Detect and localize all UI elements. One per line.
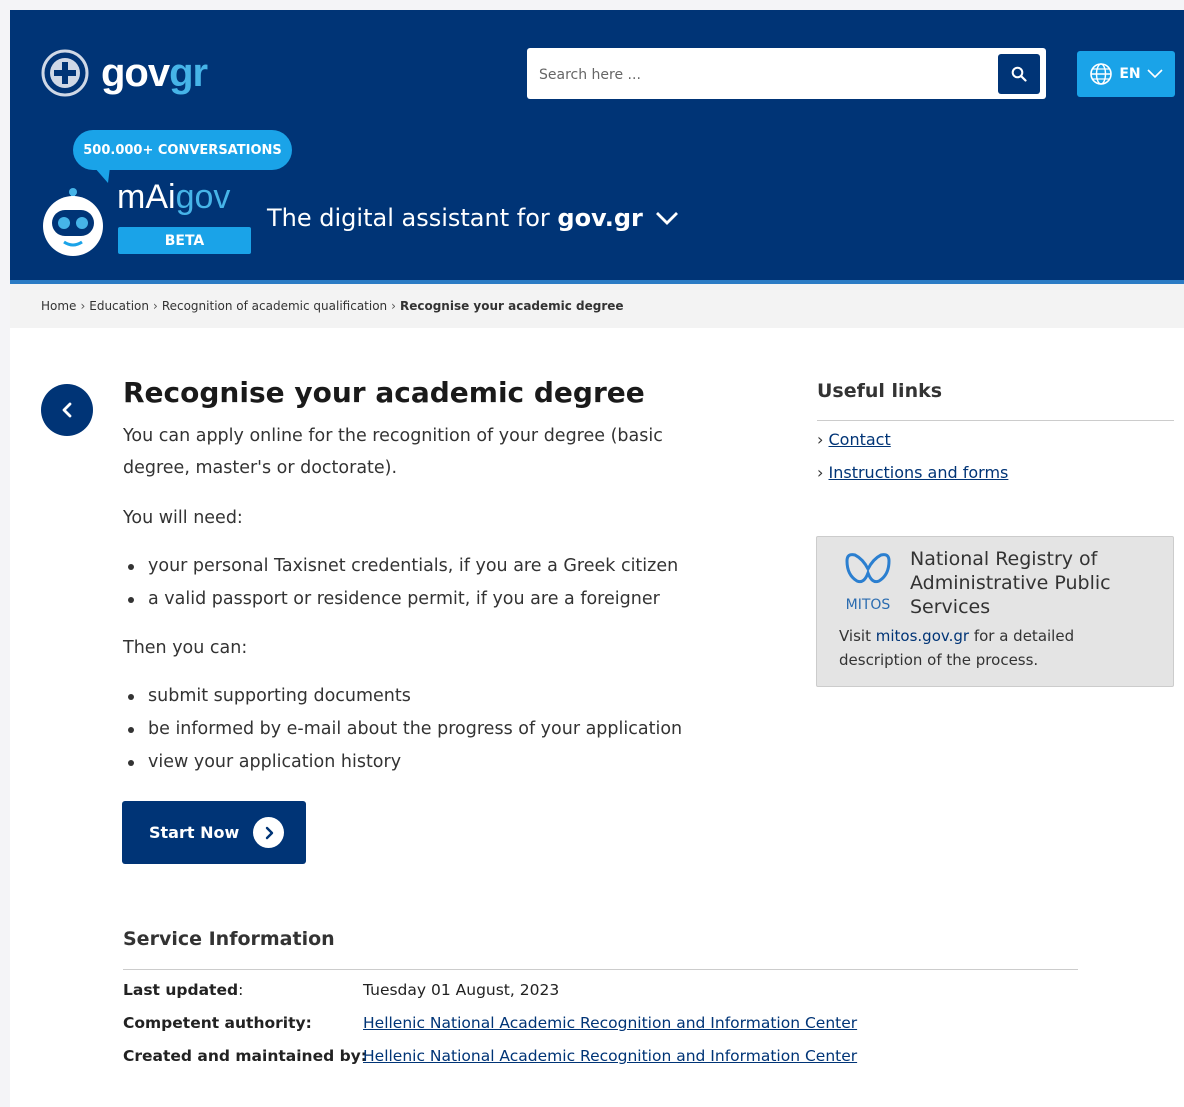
page-title: Recognise your academic degree — [123, 376, 645, 409]
beta-badge: BETA — [118, 227, 251, 254]
last-updated-value: Tuesday 01 August, 2023 — [363, 981, 560, 999]
list-item: your personal Taxisnet credentials, if y… — [123, 550, 678, 583]
capabilities-heading: Then you can: — [123, 638, 248, 658]
chevron-left-icon — [62, 402, 72, 418]
service-info-title: Service Information — [123, 928, 335, 950]
capabilities-list: submit supporting documents be informed … — [123, 680, 682, 779]
requirements-list: your personal Taxisnet credentials, if y… — [123, 550, 678, 616]
breadcrumb-separator: › — [153, 299, 158, 313]
breadcrumb-separator: › — [391, 299, 396, 313]
search-box — [527, 48, 1046, 101]
service-info-label: Competent authority: — [123, 1014, 312, 1032]
bubble-tail — [94, 167, 110, 183]
service-info-label: Created and maintained by: — [123, 1047, 367, 1065]
link-bullet: › — [817, 463, 824, 482]
list-item: submit supporting documents — [123, 680, 682, 713]
start-now-button[interactable]: Start Now — [122, 801, 306, 864]
breadcrumb-current: Recognise your academic degree — [399, 299, 624, 313]
service-info-label: Last updated: — [123, 981, 244, 999]
mitos-description: Visit mitos.gov.gr for a detailed descri… — [839, 627, 1075, 669]
service-info-value: Hellenic National Academic Recognition a… — [363, 1007, 857, 1040]
chevron-down-icon — [1147, 69, 1163, 79]
search-button[interactable] — [998, 54, 1040, 94]
chevron-down-icon — [655, 212, 678, 225]
conversations-bubble: 500.000+ CONVERSATIONS — [73, 130, 292, 170]
back-button[interactable] — [41, 384, 93, 436]
search-icon — [1011, 66, 1027, 82]
language-label: EN — [1119, 66, 1141, 82]
site-header: govgr EN 500.000+ C — [10, 10, 1184, 284]
divider — [817, 420, 1174, 421]
language-selector[interactable]: EN — [1077, 51, 1175, 97]
service-info-value: Hellenic National Academic Recognition a… — [363, 1040, 857, 1073]
contact-link[interactable]: Contact — [829, 430, 891, 449]
logo-wordmark: govgr — [101, 51, 208, 95]
breadcrumb-separator: › — [80, 299, 86, 313]
start-now-label: Start Now — [149, 823, 240, 842]
breadcrumb-recognition[interactable]: Recognition of academic qualification — [162, 299, 387, 313]
instructions-link[interactable]: Instructions and forms — [829, 463, 1009, 482]
mitos-panel: MITOS National Registry of Administrativ… — [816, 536, 1174, 687]
assistant-tagline: The digital assistant for gov.gr — [267, 204, 643, 232]
chevron-right-icon — [253, 817, 285, 848]
breadcrumb-education[interactable]: Education — [89, 299, 149, 313]
useful-link-contact: › Contact — [817, 430, 891, 449]
list-item: view your application history — [123, 746, 682, 779]
useful-link-instructions: › Instructions and forms — [817, 463, 1008, 482]
list-item: be informed by e-mail about the progress… — [123, 713, 682, 746]
link-bullet: › — [817, 430, 824, 449]
maintainer-link[interactable]: Hellenic National Academic Recognition a… — [363, 1047, 857, 1065]
search-input[interactable] — [537, 48, 991, 101]
maigov-wordmark: mAigov — [117, 178, 231, 216]
mitos-logo: MITOS — [843, 551, 893, 613]
mitos-title: National Registry of Administrative Publ… — [910, 548, 1111, 618]
mitos-logo-text: MITOS — [845, 597, 891, 613]
assistant-toggle[interactable]: The digital assistant for gov.gr — [267, 204, 679, 232]
globe-icon — [1090, 63, 1113, 85]
breadcrumb-home[interactable]: Home — [41, 299, 76, 313]
requirements-heading: You will need: — [123, 508, 243, 528]
competent-authority-link[interactable]: Hellenic National Academic Recognition a… — [363, 1014, 857, 1032]
mitos-logo-icon — [845, 553, 891, 584]
list-item: a valid passport or residence permit, if… — [123, 583, 678, 616]
govgr-logo[interactable]: govgr — [41, 48, 208, 98]
greek-emblem-icon — [41, 49, 89, 97]
page-frame: govgr EN 500.000+ C — [10, 10, 1184, 1107]
divider — [123, 969, 1078, 970]
breadcrumb: Home › Education › Recognition of academ… — [10, 284, 1184, 328]
intro-text: You can apply online for the recognition… — [123, 426, 663, 478]
mitos-link[interactable]: mitos.gov.gr — [876, 627, 969, 645]
robot-icon[interactable] — [40, 186, 106, 256]
useful-links-title: Useful links — [817, 380, 943, 402]
